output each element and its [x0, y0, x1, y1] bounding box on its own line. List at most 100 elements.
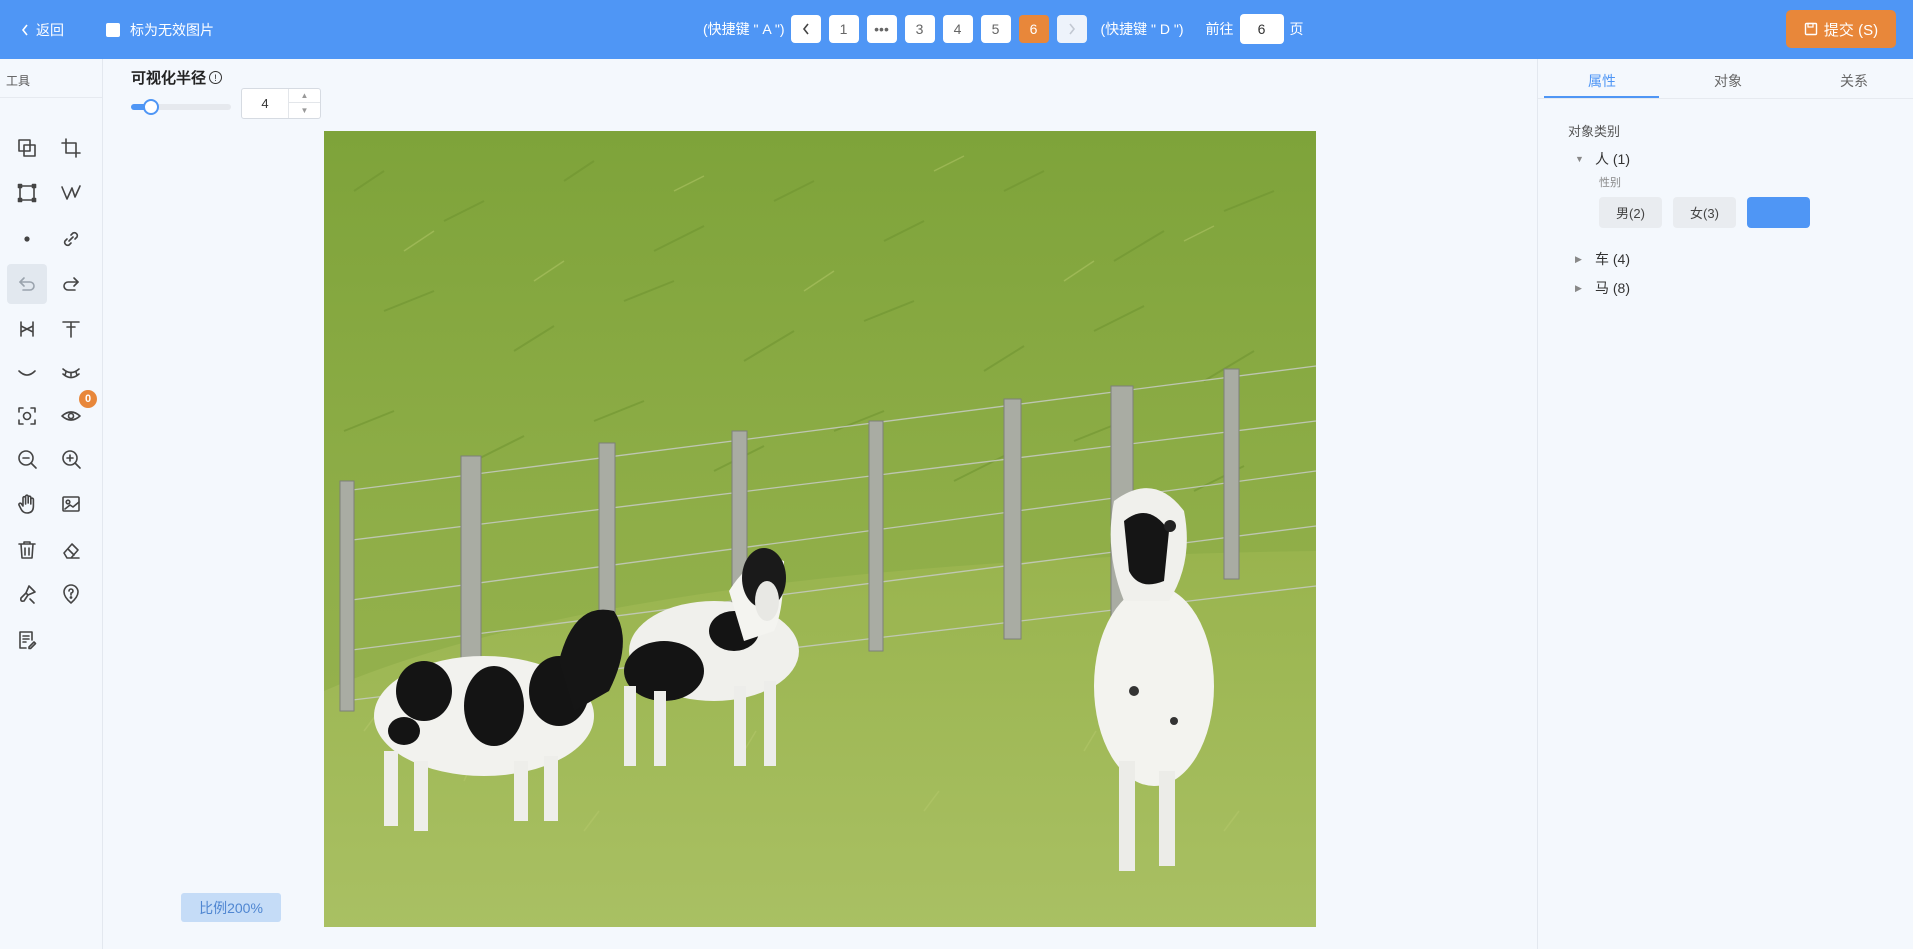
eye-icon: [61, 411, 81, 421]
pagination: (快捷键 " A ") 1 ••• 3 4 5 6 (快捷键 " D ") 前往…: [703, 14, 1304, 44]
notes-icon: [19, 631, 37, 650]
zoom-in-icon: [62, 450, 81, 469]
crop-icon: [61, 138, 81, 158]
image-tool[interactable]: [51, 484, 91, 524]
key-point-tool[interactable]: [7, 309, 47, 349]
help-icon: [63, 584, 79, 604]
redo-icon: [63, 277, 79, 291]
polyline-tool[interactable]: [51, 173, 91, 213]
visual-radius-label: 可视化半径: [131, 70, 207, 87]
page-ellipsis-button[interactable]: •••: [866, 15, 897, 43]
zoom-in-tool[interactable]: [51, 439, 91, 479]
back-label: 返回: [36, 22, 64, 38]
key-point-icon: [20, 321, 34, 337]
rectangle-tool[interactable]: [7, 173, 47, 213]
submit-button[interactable]: 提交 (S): [1786, 10, 1896, 48]
tab-attributes[interactable]: 属性: [1588, 71, 1616, 91]
category-label: 车 (4): [1595, 251, 1630, 267]
goto-suffix: 页: [1289, 21, 1304, 37]
checkbox-box[interactable]: [106, 23, 120, 37]
undo-tool[interactable]: [7, 264, 47, 304]
redo-tool[interactable]: [51, 264, 91, 304]
eyelash-icon: [62, 368, 80, 379]
delete-tool[interactable]: [7, 530, 47, 570]
goto-page-input[interactable]: [1239, 14, 1284, 44]
brush-icon: [20, 585, 36, 604]
category-label: 人 (1): [1595, 151, 1630, 167]
attribute-panel: 属性 对象 关系 对象类别 ▼ 人 (1) 性别 男(2) 女(3) ▶ 车 (…: [1537, 59, 1913, 949]
hand-tool[interactable]: [7, 484, 47, 524]
tool-sidebar: 工具 0: [0, 59, 103, 949]
tab-relations[interactable]: 关系: [1840, 71, 1868, 91]
top-header: 返回 标为无效图片 (快捷键 " A ") 1 ••• 3 4 5 6 (快捷键…: [0, 0, 1913, 59]
active-tab-indicator: [1544, 96, 1659, 98]
text-tool[interactable]: [51, 309, 91, 349]
eraser-tool[interactable]: [51, 530, 91, 570]
category-car[interactable]: ▶ 车 (4): [1575, 249, 1630, 269]
category-person[interactable]: ▼ 人 (1): [1575, 149, 1630, 169]
mark-invalid-checkbox[interactable]: 标为无效图片: [106, 20, 214, 40]
caret-down-icon[interactable]: ▼: [1575, 154, 1585, 164]
next-page-button[interactable]: [1056, 15, 1087, 43]
stepper-arrows: ▲ ▼: [288, 89, 320, 118]
chevron-left-icon: [802, 23, 809, 35]
eye-tool[interactable]: 0: [51, 390, 97, 436]
trash-icon: [18, 541, 36, 559]
caret-right-icon[interactable]: ▶: [1575, 254, 1585, 265]
focus-tool[interactable]: [7, 396, 47, 436]
notes-tool[interactable]: [7, 620, 47, 660]
zoom-out-tool[interactable]: [7, 439, 47, 479]
slider-handle[interactable]: [143, 99, 159, 115]
back-button[interactable]: 返回: [20, 20, 64, 40]
crop-tool[interactable]: [51, 128, 91, 168]
point-tool[interactable]: [7, 219, 47, 259]
eraser-icon: [63, 543, 80, 559]
brush-tool[interactable]: [7, 574, 47, 614]
page-1-button[interactable]: 1: [828, 15, 859, 43]
tab-objects[interactable]: 对象: [1714, 71, 1742, 91]
copy-region-tool[interactable]: [7, 128, 47, 168]
prev-page-button[interactable]: [790, 15, 821, 43]
undo-icon: [19, 277, 35, 291]
page-5-button[interactable]: 5: [980, 15, 1011, 43]
gender-male-tag[interactable]: 男(2): [1599, 197, 1662, 228]
page-6-button[interactable]: 6: [1018, 15, 1049, 43]
radius-value[interactable]: 4: [242, 89, 288, 118]
page-3-button[interactable]: 3: [904, 15, 935, 43]
chevron-down-icon[interactable]: ▼: [289, 103, 320, 117]
goto-prefix: 前往: [1205, 21, 1234, 37]
chevron-right-icon: [1068, 23, 1075, 35]
caret-right-icon[interactable]: ▶: [1575, 283, 1585, 294]
gender-new-tag[interactable]: [1747, 197, 1810, 228]
zoom-ratio-indicator: 比例200%: [181, 893, 281, 922]
radius-slider[interactable]: [131, 99, 231, 115]
annotation-image[interactable]: [324, 131, 1316, 927]
image-icon: [62, 496, 80, 512]
goto-page: 前往 页: [1206, 14, 1304, 44]
info-icon[interactable]: !: [209, 71, 223, 84]
category-horse[interactable]: ▶ 马 (8): [1575, 278, 1630, 298]
gender-label: 性别: [1599, 177, 1621, 189]
hand-icon: [18, 494, 35, 514]
point-icon: [24, 236, 30, 242]
help-tool[interactable]: [51, 574, 91, 614]
category-label: 马 (8): [1595, 280, 1630, 296]
page-4-button[interactable]: 4: [942, 15, 973, 43]
rectangle-icon: [17, 183, 37, 203]
text-tool-icon: [62, 321, 80, 338]
link-tool[interactable]: [51, 219, 91, 259]
object-category-title: 对象类别: [1568, 124, 1621, 139]
sheep-field-photo: [324, 131, 1316, 927]
chevron-up-icon[interactable]: ▲: [289, 89, 320, 103]
panel-tabs: 属性 对象 关系: [1538, 59, 1913, 99]
curve-tool[interactable]: [7, 353, 47, 393]
zoom-out-icon: [18, 450, 37, 469]
mark-invalid-label: 标为无效图片: [130, 22, 214, 38]
copy-region-icon: [18, 139, 36, 157]
gender-female-tag[interactable]: 女(3): [1673, 197, 1736, 228]
link-icon: [63, 231, 79, 247]
radius-stepper[interactable]: 4 ▲ ▼: [241, 88, 321, 119]
save-icon: [1804, 22, 1818, 36]
eyelash-tool[interactable]: [51, 353, 91, 393]
next-shortcut-hint: (快捷键 " D "): [1100, 21, 1184, 37]
